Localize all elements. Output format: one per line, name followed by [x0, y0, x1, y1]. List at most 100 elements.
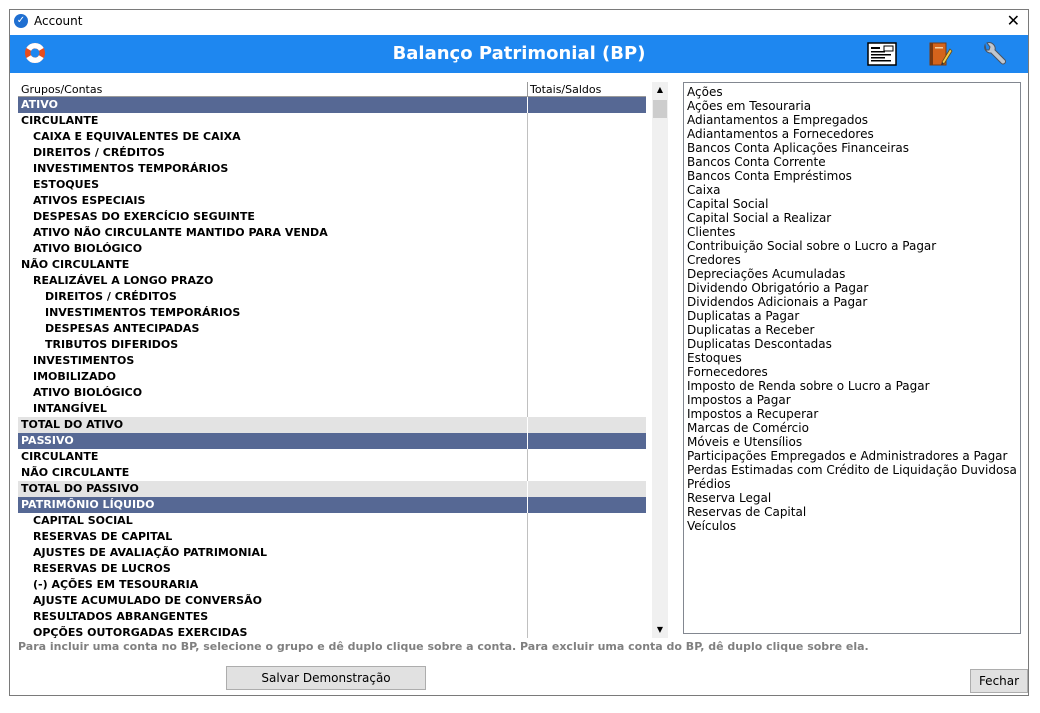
group-row[interactable]: (-) AÇÕES EM TESOURARIA [18, 577, 646, 593]
column-separator[interactable] [527, 82, 528, 96]
grid-header: Grupos/Contas Totais/Saldos [18, 82, 646, 97]
group-row[interactable]: ATIVO NÃO CIRCULANTE MANTIDO PARA VENDA [18, 225, 646, 241]
column-header-groups[interactable]: Grupos/Contas [21, 83, 102, 96]
scroll-up-icon[interactable]: ▲ [652, 82, 668, 98]
row-label: REALIZÁVEL A LONGO PRAZO [33, 274, 214, 287]
row-label: TRIBUTOS DIFERIDOS [45, 338, 179, 351]
notebook-icon[interactable] [924, 40, 954, 68]
section-row[interactable]: PATRIMÔNIO LÍQUIDO [18, 497, 646, 513]
total-row[interactable]: TOTAL DO PASSIVO [18, 481, 646, 497]
total-row[interactable]: TOTAL DO ATIVO [18, 417, 646, 433]
row-total-cell [527, 257, 646, 273]
group-row[interactable]: ATIVOS ESPECIAIS [18, 193, 646, 209]
account-item[interactable]: Capital Social a Realizar [684, 211, 1020, 225]
group-row[interactable]: INVESTIMENTOS TEMPORÁRIOS [18, 161, 646, 177]
row-total-cell [527, 97, 646, 113]
account-item[interactable]: Duplicatas Descontadas [684, 337, 1020, 351]
account-item[interactable]: Bancos Conta Aplicações Financeiras [684, 141, 1020, 155]
group-row[interactable]: AJUSTES DE AVALIAÇÃO PATRIMONIAL [18, 545, 646, 561]
account-item[interactable]: Participações Empregados e Administrador… [684, 449, 1020, 463]
group-row[interactable]: NÃO CIRCULANTE [18, 465, 646, 481]
row-label: OPÇÕES OUTORGADAS EXERCIDAS [33, 626, 248, 638]
account-item[interactable]: Ações [684, 85, 1020, 99]
account-item[interactable]: Reservas de Capital [684, 505, 1020, 519]
account-item[interactable]: Capital Social [684, 197, 1020, 211]
group-row[interactable]: IMOBILIZADO [18, 369, 646, 385]
row-total-cell [527, 129, 646, 145]
close-button[interactable]: Fechar [970, 669, 1028, 693]
group-row[interactable]: REALIZÁVEL A LONGO PRAZO [18, 273, 646, 289]
save-statement-button[interactable]: Salvar Demonstração [226, 666, 426, 690]
group-row[interactable]: ATIVO BIOLÓGICO [18, 385, 646, 401]
row-label: INTANGÍVEL [33, 402, 107, 415]
account-item[interactable]: Adiantamentos a Fornecedores [684, 127, 1020, 141]
account-item[interactable]: Duplicatas a Pagar [684, 309, 1020, 323]
group-row[interactable]: ESTOQUES [18, 177, 646, 193]
group-row[interactable]: NÃO CIRCULANTE [18, 257, 646, 273]
row-label: (-) AÇÕES EM TESOURARIA [33, 578, 199, 591]
group-row[interactable]: DESPESAS DO EXERCÍCIO SEGUINTE [18, 209, 646, 225]
section-row[interactable]: ATIVO [18, 97, 646, 113]
wrench-icon[interactable] [979, 40, 1009, 68]
account-item[interactable]: Imposto de Renda sobre o Lucro a Pagar [684, 379, 1020, 393]
row-label: INVESTIMENTOS [33, 354, 135, 367]
account-item[interactable]: Dividendo Obrigatório a Pagar [684, 281, 1020, 295]
section-row[interactable]: PASSIVO [18, 433, 646, 449]
account-item[interactable]: Dividendos Adicionais a Pagar [684, 295, 1020, 309]
row-total-cell [527, 369, 646, 385]
scroll-thumb[interactable] [653, 100, 667, 118]
column-header-totals[interactable]: Totais/Saldos [530, 83, 601, 96]
account-item[interactable]: Clientes [684, 225, 1020, 239]
group-row[interactable]: ATIVO BIOLÓGICO [18, 241, 646, 257]
group-row[interactable]: OPÇÕES OUTORGADAS EXERCIDAS [18, 625, 646, 638]
row-total-cell [527, 193, 646, 209]
row-label: CIRCULANTE [21, 114, 99, 127]
account-item[interactable]: Caixa [684, 183, 1020, 197]
row-label: CAPITAL SOCIAL [33, 514, 133, 527]
group-row[interactable]: CIRCULANTE [18, 113, 646, 129]
account-item[interactable]: Credores [684, 253, 1020, 267]
group-row[interactable]: TRIBUTOS DIFERIDOS [18, 337, 646, 353]
row-total-cell [527, 113, 646, 129]
account-item[interactable]: Adiantamentos a Empregados [684, 113, 1020, 127]
group-row[interactable]: CAIXA E EQUIVALENTES DE CAIXA [18, 129, 646, 145]
group-row[interactable]: CAPITAL SOCIAL [18, 513, 646, 529]
grid-scrollbar[interactable]: ▲ ▼ [652, 82, 668, 638]
close-window-icon[interactable]: ✕ [1007, 11, 1020, 30]
account-item[interactable]: Perdas Estimadas com Crédito de Liquidaç… [684, 463, 1020, 477]
account-item[interactable]: Reserva Legal [684, 491, 1020, 505]
account-item[interactable]: Fornecedores [684, 365, 1020, 379]
account-item[interactable]: Depreciações Acumuladas [684, 267, 1020, 281]
account-item[interactable]: Contribuição Social sobre o Lucro a Paga… [684, 239, 1020, 253]
group-row[interactable]: DIREITOS / CRÉDITOS [18, 289, 646, 305]
row-total-cell [527, 513, 646, 529]
group-row[interactable]: INVESTIMENTOS TEMPORÁRIOS [18, 305, 646, 321]
account-item[interactable]: Duplicatas a Receber [684, 323, 1020, 337]
account-item[interactable]: Impostos a Recuperar [684, 407, 1020, 421]
account-item[interactable]: Bancos Conta Empréstimos [684, 169, 1020, 183]
report-icon[interactable] [867, 40, 897, 68]
account-item[interactable]: Veículos [684, 519, 1020, 533]
account-item[interactable]: Prédios [684, 477, 1020, 491]
group-row[interactable]: CIRCULANTE [18, 449, 646, 465]
group-row[interactable]: INTANGÍVEL [18, 401, 646, 417]
row-total-cell [527, 273, 646, 289]
account-item[interactable]: Ações em Tesouraria [684, 99, 1020, 113]
group-row[interactable]: RESULTADOS ABRANGENTES [18, 609, 646, 625]
row-label: INVESTIMENTOS TEMPORÁRIOS [33, 162, 229, 175]
group-row[interactable]: DIREITOS / CRÉDITOS [18, 145, 646, 161]
group-row[interactable]: INVESTIMENTOS [18, 353, 646, 369]
account-item[interactable]: Bancos Conta Corrente [684, 155, 1020, 169]
account-item[interactable]: Móveis e Utensílios [684, 435, 1020, 449]
account-item[interactable]: Impostos a Pagar [684, 393, 1020, 407]
group-row[interactable]: RESERVAS DE CAPITAL [18, 529, 646, 545]
bp-tree-grid[interactable]: Grupos/Contas Totais/Saldos ATIVO CIRCULA… [18, 82, 646, 638]
group-row[interactable]: DESPESAS ANTECIPADAS [18, 321, 646, 337]
account-item[interactable]: Marcas de Comércio [684, 421, 1020, 435]
account-item[interactable]: Estoques [684, 351, 1020, 365]
group-row[interactable]: AJUSTE ACUMULADO DE CONVERSÃO [18, 593, 646, 609]
accounts-list[interactable]: Ações Ações em Tesouraria Adiantamentos a … [683, 82, 1021, 634]
row-label: ESTOQUES [33, 178, 100, 191]
group-row[interactable]: RESERVAS DE LUCROS [18, 561, 646, 577]
scroll-down-icon[interactable]: ▼ [652, 622, 668, 638]
